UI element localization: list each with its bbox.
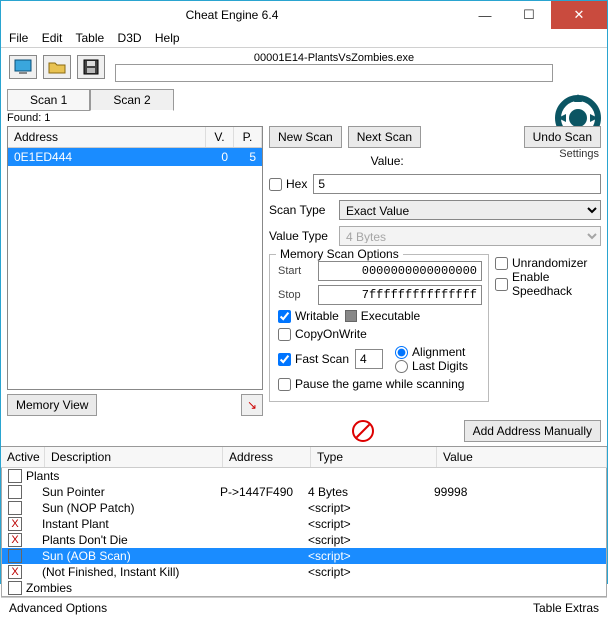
menu-help[interactable]: Help [155,31,180,45]
add-to-list-button[interactable]: ↘ [241,394,263,416]
unrandomizer-checkbox[interactable] [495,257,508,270]
computer-icon [14,59,32,75]
result-row[interactable]: 0E1ED444 0 5 [8,148,262,166]
menu-d3d[interactable]: D3D [118,31,142,45]
stop-icon [352,420,374,442]
add-address-manually-button[interactable]: Add Address Manually [464,420,601,442]
progress-bar [115,64,553,82]
col-value[interactable]: Value [437,447,607,467]
menu-table[interactable]: Table [76,31,105,45]
writable-checkbox[interactable] [278,310,291,323]
col-addr[interactable]: Address [223,447,311,467]
results-list[interactable]: Address V. P. 0E1ED444 0 5 [7,126,263,390]
scan-type-label: Scan Type [269,203,333,217]
found-count: Found: 1 [1,110,607,126]
table-row[interactable]: Sun PointerP->1447F4904 Bytes99998 [2,484,606,500]
col-address[interactable]: Address [8,127,206,147]
advanced-options-link[interactable]: Advanced Options [9,601,107,615]
active-checkbox[interactable] [8,549,22,563]
address-table[interactable]: PlantsSun PointerP->1447F4904 Bytes99998… [1,468,607,597]
active-checkbox[interactable] [8,501,22,515]
next-scan-button[interactable]: Next Scan [348,126,421,148]
open-file-button[interactable] [43,55,71,79]
active-checkbox[interactable] [8,581,22,595]
table-extras-link[interactable]: Table Extras [533,601,599,615]
pause-checkbox[interactable] [278,378,291,391]
fastscan-value[interactable] [355,349,383,369]
table-row[interactable]: Zombies [2,580,606,596]
value-label: Value: [371,154,404,168]
maximize-button[interactable]: ☐ [507,1,551,29]
mso-stop-input[interactable] [318,285,482,305]
tab-scan1[interactable]: Scan 1 [7,89,90,111]
table-row[interactable]: XPlants Don't Die<script> [2,532,606,548]
floppy-icon [83,59,99,75]
table-row[interactable]: Sun (AOB Scan)<script> [2,548,606,564]
cow-checkbox[interactable] [278,328,291,341]
hex-checkbox[interactable] [269,178,282,191]
undo-scan-button[interactable]: Undo Scan [524,126,601,148]
memory-view-button[interactable]: Memory View [7,394,97,416]
executable-checkbox[interactable] [345,310,357,322]
col-p[interactable]: P. [234,127,262,147]
table-row[interactable]: Sun (NOP Patch)<script> [2,500,606,516]
table-row[interactable]: XInstant Plant<script> [2,516,606,532]
scan-type-select[interactable]: Exact Value [339,200,601,220]
active-checkbox[interactable] [8,485,22,499]
menu-edit[interactable]: Edit [42,31,63,45]
speedhack-checkbox[interactable] [495,278,508,291]
value-type-label: Value Type [269,229,333,243]
col-v[interactable]: V. [206,127,234,147]
active-checkbox[interactable] [8,469,22,483]
new-scan-button[interactable]: New Scan [269,126,342,148]
table-row[interactable]: X(Not Finished, Instant Kill)<script> [2,564,606,580]
active-checkbox[interactable]: X [8,565,22,579]
active-checkbox[interactable]: X [8,517,22,531]
value-type-select[interactable]: 4 Bytes [339,226,601,246]
minimize-button[interactable]: — [463,1,507,29]
save-button[interactable] [77,55,105,79]
value-input[interactable] [313,174,601,194]
alignment-radio[interactable] [395,346,408,359]
tab-scan2[interactable]: Scan 2 [90,89,173,111]
mso-start-input[interactable] [318,261,482,281]
lastdigits-radio[interactable] [395,360,408,373]
active-checkbox[interactable]: X [8,533,22,547]
open-process-button[interactable] [9,55,37,79]
folder-open-icon [48,59,66,75]
col-type[interactable]: Type [311,447,437,467]
menu-file[interactable]: File [9,31,28,45]
table-row[interactable]: Plants [2,468,606,484]
window-title: Cheat Engine 6.4 [1,8,463,22]
mso-legend: Memory Scan Options [276,247,403,261]
col-active[interactable]: Active [1,447,45,467]
attached-process-label: 00001E14-PlantsVsZombies.exe [115,52,553,64]
fastscan-checkbox[interactable] [278,353,291,366]
close-button[interactable]: ✕ [551,1,607,29]
col-description[interactable]: Description [45,447,223,467]
